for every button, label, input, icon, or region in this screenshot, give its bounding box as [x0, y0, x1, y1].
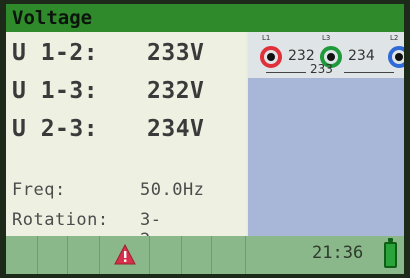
phase-value-bottom: 233: [310, 62, 333, 76]
screen-title: Voltage: [6, 4, 404, 32]
connection-line-right: [344, 72, 394, 73]
softkey-2[interactable]: [38, 236, 68, 274]
connection-line-left: [266, 72, 306, 73]
softkey-6[interactable]: [182, 236, 212, 274]
phase-l2-terminal-icon: [388, 46, 404, 68]
reading-value: 232V: [147, 78, 205, 104]
phase-tag-l1: L1: [262, 34, 271, 42]
reading-value: 233V: [147, 40, 205, 66]
status-bar: 21:36: [6, 236, 404, 274]
phase-l1-terminal-icon: [260, 46, 282, 68]
battery-full-icon: [384, 238, 397, 268]
reading-label: U 1-2:: [12, 40, 99, 66]
softkey-3[interactable]: [68, 236, 100, 274]
reading-label: U 1-3:: [12, 78, 99, 104]
reading-value: 234V: [147, 116, 205, 142]
softkey-5[interactable]: [150, 236, 182, 274]
readings-panel: U 1-2: 233V U 1-3: 232V U 2-3: 234V Freq…: [6, 32, 246, 270]
warning-triangle-icon: [114, 244, 136, 265]
phase-diagram: L1 232 L3 234 L2 233: [248, 32, 404, 78]
clock-time: 21:36: [312, 243, 364, 263]
phase-panel: L1 232 L3 234 L2 233: [248, 32, 404, 236]
softkey-1[interactable]: [6, 236, 38, 274]
phase-value-2: 234: [348, 48, 375, 64]
phase-tag-l2: L2: [390, 34, 399, 42]
freq-value: 50.0Hz: [140, 180, 205, 200]
softkey-7[interactable]: [212, 236, 246, 274]
phase-tag-l3: L3: [322, 34, 331, 42]
reading-label: U 2-3:: [12, 116, 99, 142]
rotation-label: Rotation:: [12, 210, 109, 230]
freq-label: Freq:: [12, 180, 66, 200]
meter-screen: Voltage U 1-2: 233V U 1-3: 232V U 2-3: 2…: [6, 4, 404, 274]
